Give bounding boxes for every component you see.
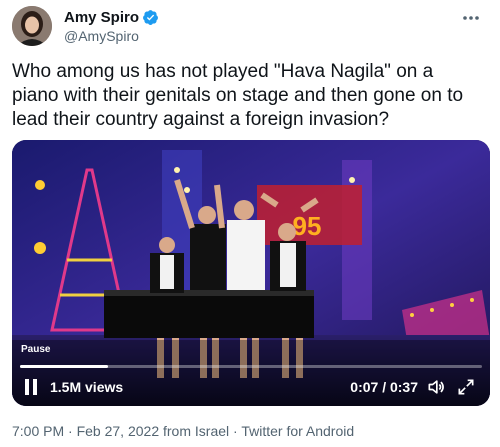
view-count: 1.5M views — [50, 379, 124, 395]
video-progress-fill — [20, 365, 108, 368]
tweet-meta: 7:00 PM · Feb 27, 2022 from Israel · Twi… — [12, 423, 354, 439]
stage-sign: 95 — [293, 211, 322, 241]
tweet-client[interactable]: Twitter for Android — [241, 423, 354, 439]
video-player[interactable]: 95 Pause 1.5M views 0:07 / 0:37 — [12, 140, 490, 406]
video-progress-bar[interactable] — [20, 365, 482, 368]
tweet-location: from Israel — [163, 423, 230, 439]
tweet-header: Amy Spiro @AmySpiro — [12, 6, 488, 46]
display-name[interactable]: Amy Spiro — [64, 9, 139, 26]
user-handle[interactable]: @AmySpiro — [64, 28, 159, 44]
volume-icon[interactable] — [426, 377, 446, 397]
more-horizontal-icon[interactable] — [456, 6, 486, 30]
fullscreen-icon[interactable] — [456, 377, 476, 397]
pause-icon[interactable] — [24, 379, 38, 395]
meta-separator: · — [233, 423, 238, 439]
tweet-timestamp[interactable]: 7:00 PM · Feb 27, 2022 — [12, 423, 159, 439]
video-controls: 1.5M views 0:07 / 0:37 — [12, 376, 490, 400]
video-time: 0:07 / 0:37 — [350, 379, 418, 395]
pause-tooltip: Pause — [21, 344, 51, 355]
verified-badge-icon — [143, 10, 158, 25]
avatar[interactable] — [12, 6, 52, 46]
tweet-text: Who among us has not played "Hava Nagila… — [12, 61, 464, 130]
